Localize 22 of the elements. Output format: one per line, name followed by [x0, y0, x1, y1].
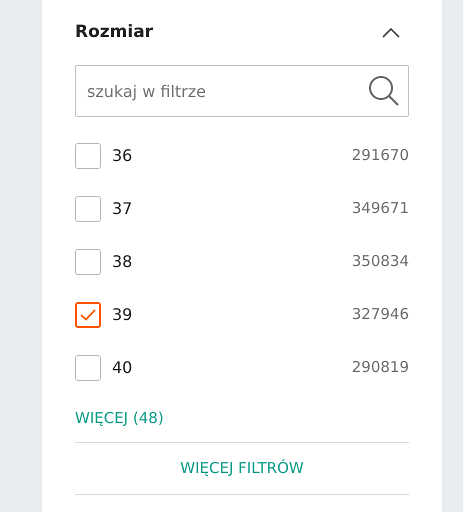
option-count: 291670 [352, 145, 409, 166]
option-label: 39 [112, 304, 132, 326]
option-label: 36 [112, 144, 132, 166]
option-count: 350834 [352, 251, 409, 272]
option-count: 349671 [352, 198, 409, 220]
option-label: 38 [112, 250, 132, 272]
checkbox[interactable] [75, 302, 101, 328]
search-field[interactable]: szukaj w filtrze [75, 65, 409, 117]
option-label: 37 [112, 198, 132, 220]
checkbox[interactable] [75, 142, 101, 168]
more-filters-button[interactable]: WIĘCEJ FILTRÓW [75, 443, 409, 494]
check-icon [80, 308, 96, 320]
collapse-chevron-icon[interactable] [381, 26, 401, 40]
option-count: 290819 [352, 357, 409, 378]
checkbox[interactable] [75, 196, 101, 222]
search-icon [367, 74, 401, 108]
checkbox[interactable] [75, 354, 101, 380]
show-more-link[interactable]: WIĘCEJ (48) [75, 408, 409, 428]
option-count: 327946 [352, 304, 409, 326]
checkbox[interactable] [75, 248, 101, 274]
filter-title: Rozmiar [75, 21, 154, 44]
option-label: 40 [112, 356, 132, 378]
